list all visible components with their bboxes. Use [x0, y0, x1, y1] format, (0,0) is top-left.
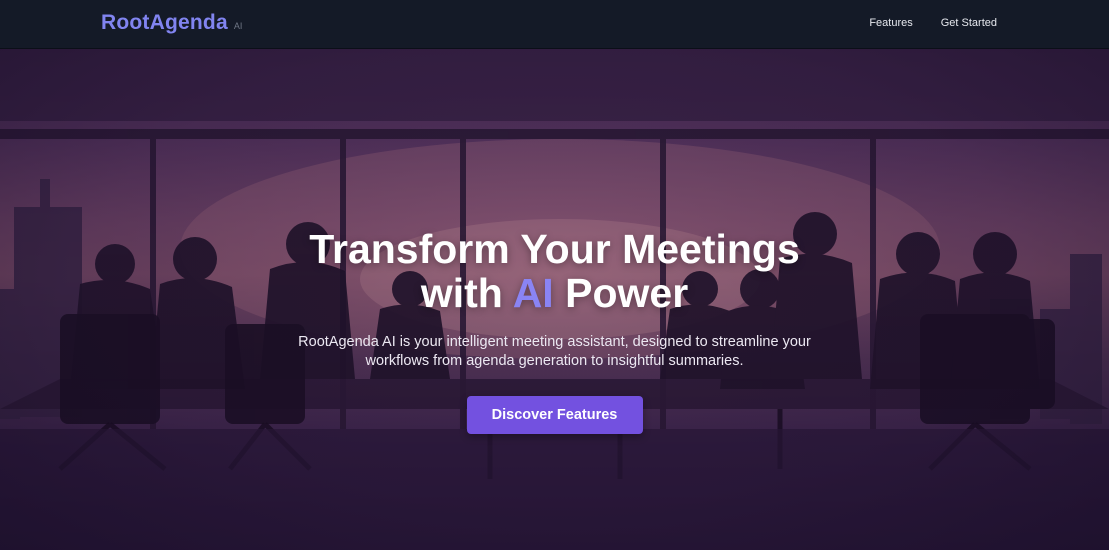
- nav-links: Features Get Started: [869, 17, 997, 29]
- hero-title-line1: Transform Your Meetings: [309, 226, 800, 272]
- hero-section: Transform Your Meetings with AI Power Ro…: [0, 49, 1109, 550]
- top-navbar: RootAgenda AI Features Get Started: [0, 0, 1109, 49]
- hero-content: Transform Your Meetings with AI Power Ro…: [0, 227, 1109, 434]
- brand-name: RootAgenda: [101, 11, 228, 34]
- hero-title-accent: AI: [512, 270, 554, 316]
- discover-features-button[interactable]: Discover Features: [466, 396, 643, 434]
- hero-title-end: Power: [565, 270, 689, 316]
- hero-title: Transform Your Meetings with AI Power: [0, 227, 1109, 315]
- nav-link-get-started[interactable]: Get Started: [941, 17, 997, 29]
- hero-title-with: with: [420, 270, 503, 316]
- hero-subtitle: RootAgenda AI is your intelligent meetin…: [298, 334, 811, 369]
- nav-link-features[interactable]: Features: [869, 17, 912, 29]
- brand-tag: AI: [233, 21, 243, 31]
- brand-logo[interactable]: RootAgenda AI: [101, 11, 242, 35]
